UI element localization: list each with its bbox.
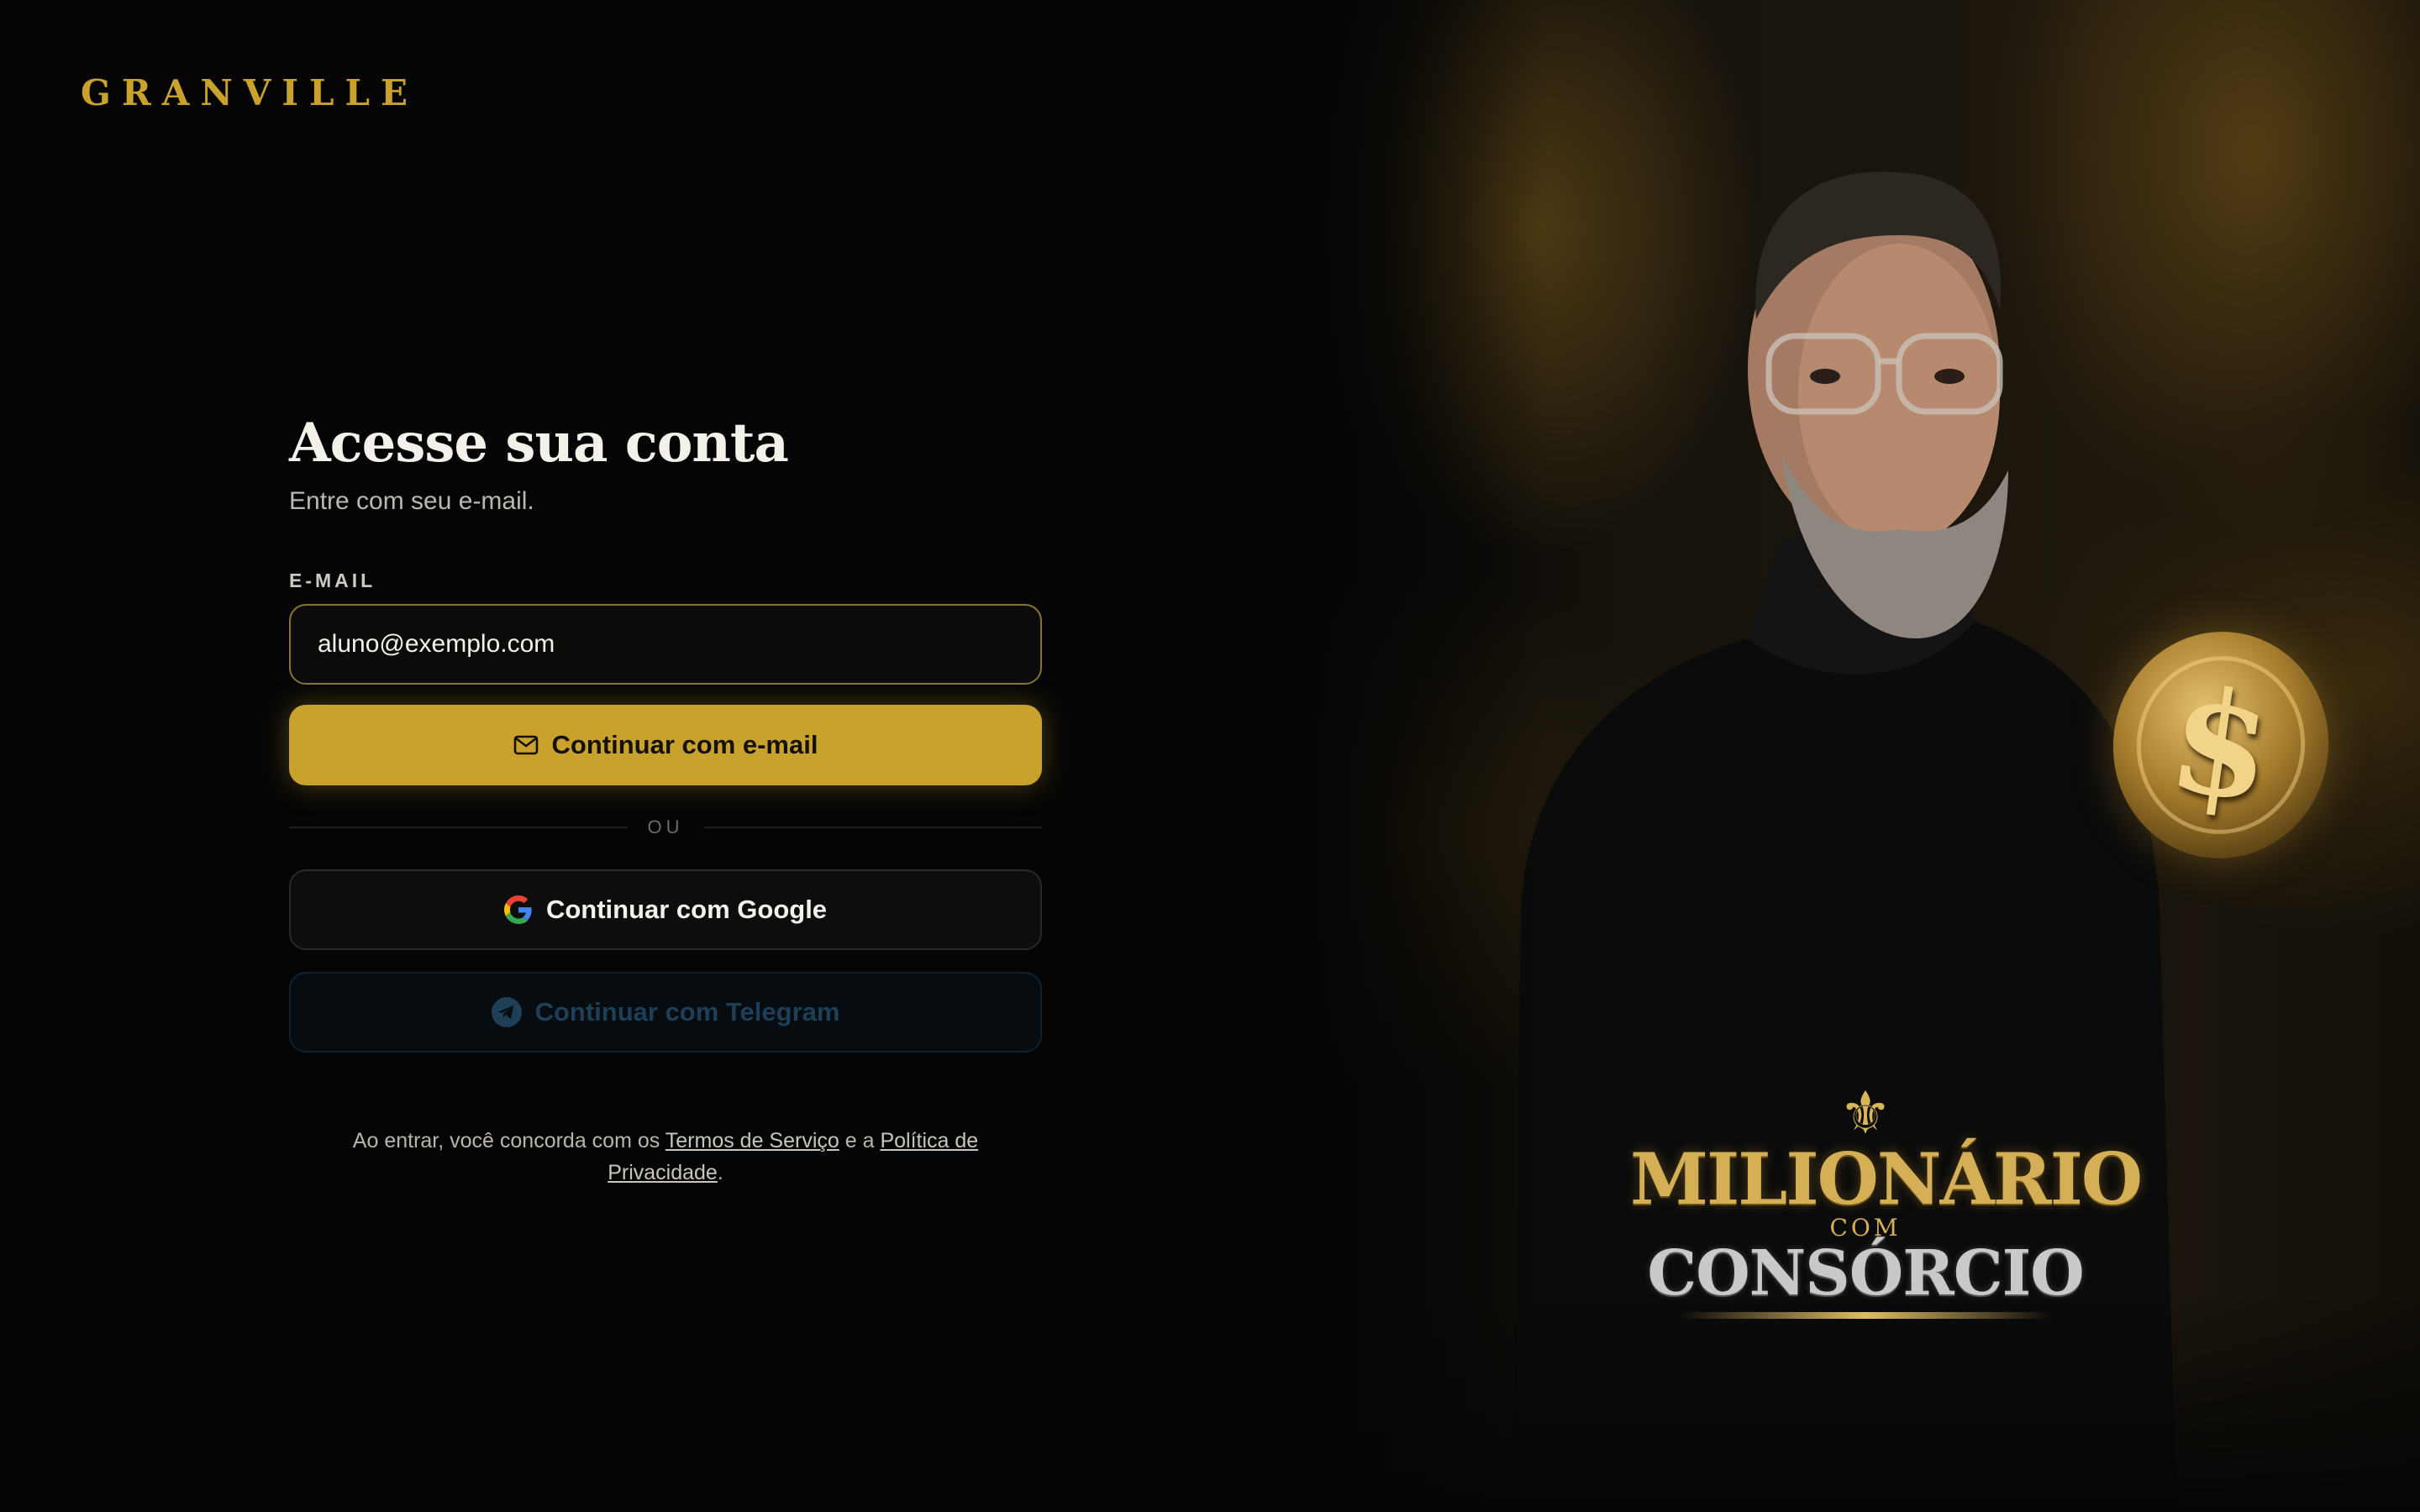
email-label: E-MAIL (289, 570, 376, 591)
logo-line-3: CONSÓRCIO (1647, 1237, 2084, 1310)
login-page: GRANVILLE Acesse sua conta Entre com seu… (0, 0, 2420, 1512)
logo-flourish (1681, 1312, 2050, 1319)
continue-telegram-button[interactable]: Continuar com Telegram (289, 972, 1042, 1053)
continue-google-label: Continuar com Google (545, 895, 828, 924)
divider-text: OU (647, 816, 684, 837)
continue-email-label: Continuar com e-mail (551, 730, 818, 759)
continue-telegram-label: Continuar com Telegram (534, 997, 840, 1026)
legal-notice: Ao entrar, você concorda com os Termos d… (289, 1125, 1042, 1189)
legal-middle: e a (839, 1129, 881, 1152)
brand-logo[interactable]: GRANVILLE (81, 72, 418, 113)
hero-fade-left (1311, 0, 1546, 1512)
legal-suffix: . (717, 1161, 723, 1184)
mail-icon (513, 735, 538, 755)
divider-line-right (703, 827, 1042, 828)
campaign-logo: ⚜ MILIONÁRIO COM CONSÓRCIO (1630, 1080, 2143, 1319)
terms-link[interactable]: Termos de Serviço (666, 1129, 839, 1152)
logo-line-1: MILIONÁRIO (1630, 1137, 2143, 1221)
continue-google-button[interactable]: Continuar com Google (289, 869, 1042, 950)
hero-fade-bottom (1311, 1294, 2420, 1512)
telegram-icon (491, 997, 522, 1027)
crown-icon: ⚜ (1839, 1080, 1892, 1146)
page-title: Acesse sua conta (289, 412, 789, 475)
coin-symbol: $ (2125, 645, 2317, 845)
google-icon (503, 895, 532, 924)
legal-prefix: Ao entrar, você concorda com os (352, 1129, 666, 1152)
hero-image: $ ⚜ MILIONÁRIO COM CONSÓRCIO (1311, 0, 2420, 1512)
login-form: Acesse sua conta Entre com seu e-mail. E… (289, 405, 1042, 1189)
continue-email-button[interactable]: Continuar com e-mail (289, 705, 1042, 785)
divider-line-left (289, 827, 628, 828)
email-field[interactable] (289, 604, 1042, 685)
page-subtitle: Entre com seu e-mail. (289, 487, 534, 515)
divider: OU (289, 816, 1042, 837)
